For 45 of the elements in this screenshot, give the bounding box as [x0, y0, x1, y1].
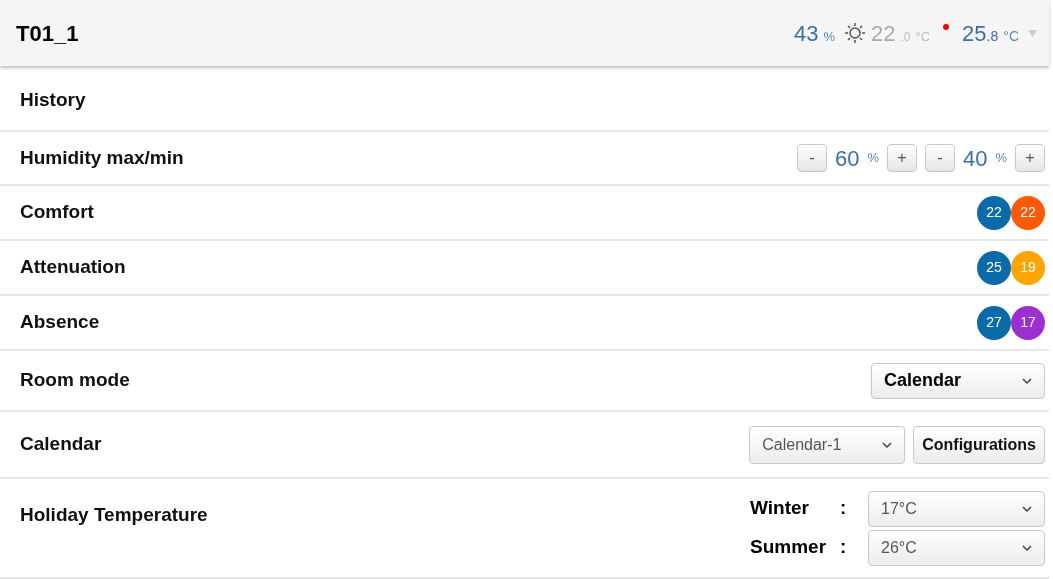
humidity-reading: 43: [793, 19, 819, 48]
dropdown[interactable]: 17°C: [868, 490, 1045, 527]
temperature-badge: 27: [977, 305, 1011, 340]
indoor-unit: °C: [1003, 26, 1019, 46]
configurations-button[interactable]: Configurations: [913, 425, 1045, 464]
room-title: T01_1: [16, 19, 79, 48]
humidity-value: 40: [962, 144, 988, 173]
outdoor-unit: °C: [915, 27, 931, 46]
colon-separator: :: [840, 535, 848, 560]
chevron-down-icon: [1022, 544, 1032, 551]
season-label: Winter: [750, 496, 810, 521]
unit-label: %: [995, 149, 1007, 168]
outdoor-temperature: 22: [871, 19, 896, 48]
dropdown-triangle-icon[interactable]: [1028, 29, 1037, 37]
temperature-badge: 17: [1011, 305, 1045, 340]
indoor-temperature: 25: [962, 19, 987, 48]
season-label: Summer: [750, 535, 828, 560]
setting-label: Attenuation: [20, 255, 126, 280]
decrease-button[interactable]: -: [796, 144, 827, 172]
setting-label: Comfort: [20, 200, 94, 225]
temperature-badge: 25: [977, 250, 1011, 285]
chevron-down-icon: [882, 441, 893, 448]
decrease-button[interactable]: -: [924, 144, 955, 172]
humidity-unit: %: [823, 27, 835, 46]
dropdown[interactable]: 26°C: [868, 529, 1045, 566]
humidity-value: 60: [834, 144, 860, 173]
setting-label: Absence: [20, 310, 100, 335]
setting-label: Room mode: [20, 368, 130, 393]
increase-button[interactable]: +: [886, 144, 917, 172]
temperature-badge: 22: [977, 195, 1011, 230]
chevron-down-icon: [1022, 505, 1032, 512]
chevron-down-icon: [1022, 377, 1032, 384]
indoor-decimal: .8: [986, 27, 999, 46]
unit-label: %: [867, 149, 879, 168]
setting-label: Holiday Temperature: [20, 503, 208, 527]
setting-label: History: [20, 87, 86, 112]
dropdown[interactable]: Calendar-1: [749, 425, 906, 464]
temperature-badge: 22: [1011, 195, 1045, 230]
increase-button[interactable]: +: [1015, 144, 1045, 172]
setting-label: Humidity max/min: [20, 145, 184, 170]
dropdown[interactable]: Calendar: [871, 362, 1045, 399]
temperature-badge: 19: [1011, 250, 1045, 285]
sun-icon: [844, 22, 866, 44]
setting-label: Calendar: [20, 432, 102, 457]
colon-separator: :: [840, 496, 848, 521]
